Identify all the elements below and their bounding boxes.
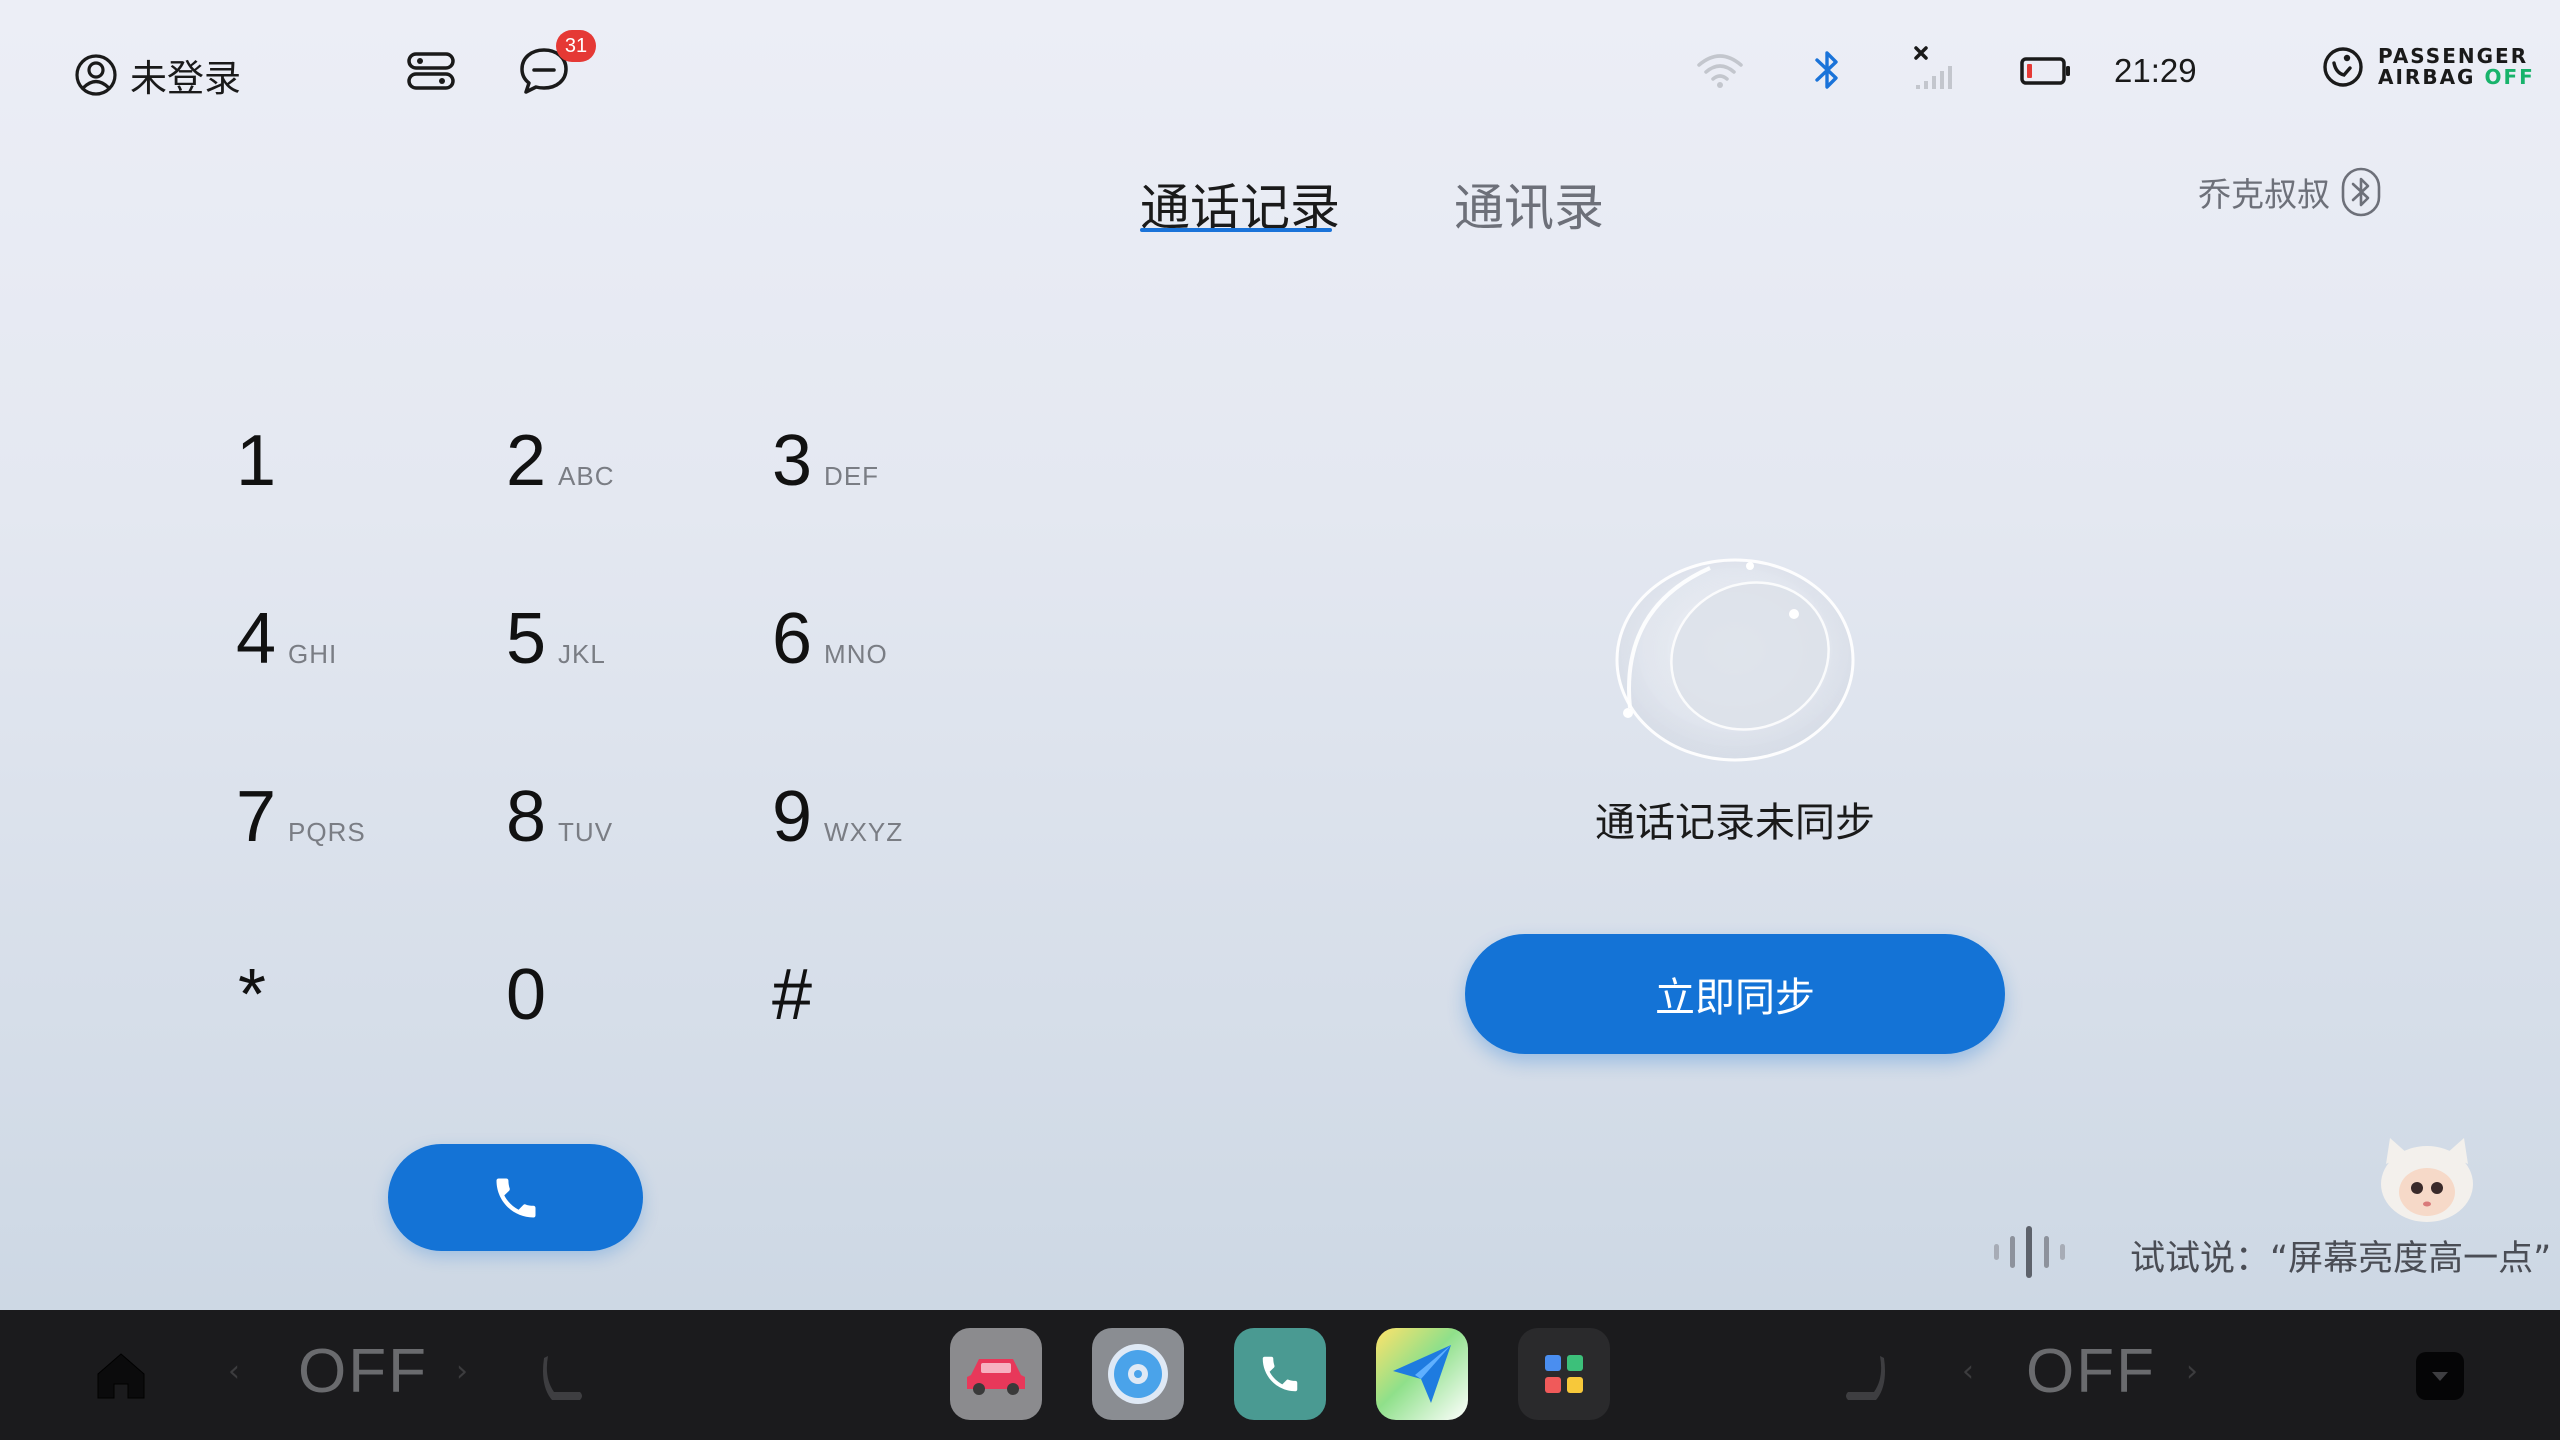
- phone-icon: [1262, 1356, 1298, 1392]
- dial-letters: JKL: [558, 639, 606, 669]
- disc-icon: [1108, 1344, 1168, 1404]
- airbag-line2: AIRBAG: [2378, 65, 2476, 89]
- sync-status-title: 通话记录未同步: [1595, 800, 1875, 846]
- phone-icon: [496, 1178, 535, 1217]
- phone-app-icon[interactable]: [1234, 1328, 1326, 1420]
- device-name: 乔克叔叔: [2198, 175, 2330, 214]
- dial-digit: 9: [772, 777, 813, 857]
- sync-now-button[interactable]: 立即同步: [1465, 934, 2005, 1054]
- dial-key-3[interactable]: 3 DEF: [772, 420, 879, 502]
- battery-icon: [2020, 57, 2070, 85]
- dial-key-2[interactable]: 2 ABC: [506, 420, 615, 502]
- left-climate-status: OFF: [298, 1337, 428, 1406]
- app-launcher-button[interactable]: [1518, 1328, 1610, 1420]
- dial-letters: GHI: [288, 639, 338, 669]
- dial-digit: 5: [506, 599, 547, 679]
- home-icon[interactable]: [94, 1350, 148, 1402]
- dial-letters: TUV: [558, 817, 614, 847]
- dial-digit: 0: [506, 955, 547, 1035]
- dial-digit: 3: [772, 421, 813, 501]
- dial-digit: 4: [236, 599, 277, 679]
- voice-hint-text: 试试说：“屏幕亮度高一点”: [2130, 1239, 2552, 1279]
- right-climate-decrease[interactable]: ‹: [1962, 1354, 1974, 1389]
- sync-illustration: [1615, 558, 1855, 762]
- dial-letters: WXYZ: [824, 817, 904, 847]
- dial-digit: #: [772, 955, 813, 1035]
- navigation-arrow-icon: [1393, 1345, 1451, 1403]
- dial-digit: 2: [506, 421, 547, 501]
- dial-key-7[interactable]: 7 PQRS: [236, 776, 366, 858]
- left-climate-decrease[interactable]: ‹: [228, 1354, 240, 1389]
- dial-key-hash[interactable]: #: [772, 954, 812, 1036]
- account-button[interactable]: 未登录: [74, 48, 241, 102]
- dial-letters: MNO: [824, 639, 888, 669]
- airbag-icon: [2323, 47, 2363, 87]
- dial-digit: 8: [506, 777, 547, 857]
- right-climate-status: OFF: [2026, 1337, 2156, 1406]
- dial-key-star[interactable]: *: [238, 954, 266, 1036]
- airbag-line1: PASSENGER: [2378, 44, 2529, 68]
- app-grid-icon: [1545, 1355, 1583, 1393]
- control-center-icon[interactable]: [406, 50, 456, 92]
- user-icon: [75, 54, 117, 96]
- left-climate-increase[interactable]: ›: [456, 1354, 468, 1389]
- signal-off-icon: [1914, 46, 1952, 89]
- call-button[interactable]: [388, 1144, 643, 1251]
- collapse-dock-icon[interactable]: [2414, 1350, 2466, 1402]
- dial-letters: DEF: [824, 461, 880, 491]
- tab-contacts[interactable]: 通讯录: [1454, 168, 1604, 240]
- music-app-icon[interactable]: [1092, 1328, 1184, 1420]
- dial-key-4[interactable]: 4 GHI: [236, 598, 337, 680]
- voice-waveform-icon[interactable]: [1990, 1222, 2090, 1282]
- clock: 21:29: [2114, 52, 2197, 89]
- dialpad: 1 2 ABC 3 DEF 4 GHI 5 JKL 6 MNO 7 PQRS 8…: [236, 420, 956, 1130]
- dial-digit: 6: [772, 599, 813, 679]
- passenger-seat-icon[interactable]: [1836, 1350, 1892, 1406]
- dial-key-1[interactable]: 1: [236, 420, 276, 502]
- dial-key-0[interactable]: 0: [506, 954, 546, 1036]
- car-app-icon[interactable]: [950, 1328, 1042, 1420]
- dial-letters: ABC: [558, 461, 615, 491]
- account-label: 未登录: [130, 57, 241, 100]
- car-icon: [967, 1359, 1025, 1395]
- dial-key-8[interactable]: 8 TUV: [506, 776, 613, 858]
- airbag-state: OFF: [2484, 65, 2535, 89]
- dial-digit: 7: [236, 777, 277, 857]
- navigation-app-icon[interactable]: [1376, 1328, 1468, 1420]
- dial-digit: 1: [236, 421, 277, 501]
- notification-badge: 31: [556, 30, 596, 62]
- dial-digit: *: [238, 955, 267, 1035]
- dial-key-5[interactable]: 5 JKL: [506, 598, 606, 680]
- bluetooth-device-icon: [2341, 167, 2381, 217]
- active-tab-underline: [1140, 228, 1332, 232]
- dial-key-6[interactable]: 6 MNO: [772, 598, 888, 680]
- driver-seat-icon[interactable]: [536, 1350, 592, 1406]
- wifi-icon: [1697, 54, 1743, 88]
- voice-assistant-avatar[interactable]: [2372, 1130, 2482, 1226]
- status-bar: 未登录 31 21:29 PASSENGER AIRBAG OFF: [0, 0, 2560, 140]
- bluetooth-icon: [1815, 51, 1838, 89]
- dial-key-9[interactable]: 9 WXYZ: [772, 776, 903, 858]
- passenger-airbag-indicator: PASSENGER AIRBAG OFF: [2322, 46, 2535, 88]
- right-climate-increase[interactable]: ›: [2186, 1354, 2198, 1389]
- connected-device[interactable]: 乔克叔叔: [2198, 166, 2382, 218]
- dial-letters: PQRS: [288, 817, 366, 847]
